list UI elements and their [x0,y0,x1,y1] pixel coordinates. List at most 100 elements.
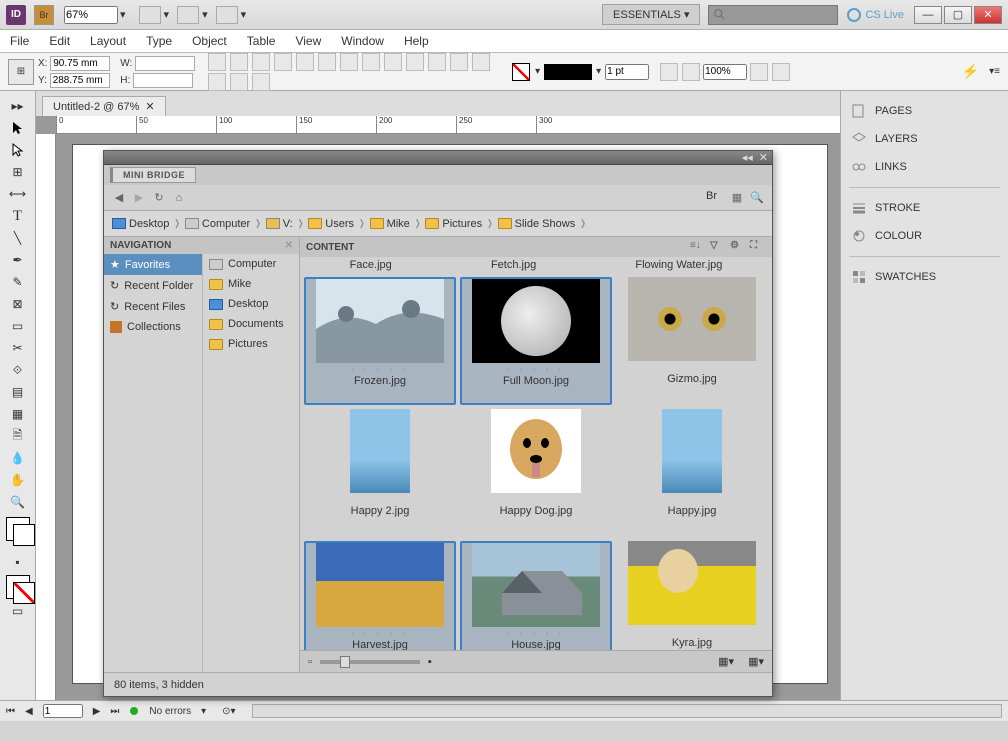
mini-bridge-tab[interactable]: MINI BRIDGE [110,167,196,183]
scissors-tool-icon[interactable]: ✂ [6,338,30,358]
opacity-field[interactable] [703,64,747,80]
folder-computer[interactable]: Computer [203,254,299,274]
folder-pictures[interactable]: Pictures [203,334,299,354]
menu-layout[interactable]: Layout [90,34,126,48]
prev-page-icon[interactable]: ◀ [25,706,33,717]
hand-tool-icon[interactable]: ✋ [6,470,30,490]
panel-colour[interactable]: COLOUR [841,222,1008,250]
view-as-thumbnails-icon[interactable]: ▦▾ [718,655,734,668]
thumbnail-happy[interactable]: Happy.jpg [616,409,768,537]
rectangle-tool-icon[interactable]: ▭ [6,316,30,336]
selection-tool-icon[interactable] [6,118,30,138]
zoom-tool-icon[interactable]: 🔍 [6,492,30,512]
folder-documents[interactable]: Documents [203,314,299,334]
rectangle-frame-tool-icon[interactable]: ⊠ [6,294,30,314]
thumbnail-happy2[interactable]: Happy 2.jpg [304,409,456,537]
first-page-icon[interactable]: ⏮ [6,706,15,717]
refresh-icon[interactable]: ↻ [152,191,166,205]
panel-collapse-icon[interactable]: ◂◂ [742,151,753,164]
thumbnail-gizmo[interactable]: Gizmo.jpg [616,277,768,405]
menu-file[interactable]: File [10,34,29,48]
view-layout-icon[interactable]: ▦▾ [748,655,764,668]
close-button[interactable]: ✕ [974,6,1002,24]
panel-stroke[interactable]: STROKE [841,194,1008,222]
folder-mike[interactable]: Mike [203,274,299,294]
thumb-label[interactable]: Flowing Water.jpg [635,259,722,271]
zoom-dropdown-icon[interactable]: ▾ [120,8,126,21]
bridge-icon[interactable]: Br [34,5,54,25]
zoom-field[interactable] [64,6,118,24]
folder-desktop[interactable]: Desktop [203,294,299,314]
x-field[interactable] [50,56,110,71]
thumb-larger-icon[interactable]: ▪ [428,656,432,668]
note-tool-icon[interactable]: 🗎 [6,426,30,446]
scale-icon[interactable] [428,53,446,71]
horizontal-scrollbar[interactable] [252,704,1002,718]
flip-h-icon[interactable] [230,53,248,71]
menu-window[interactable]: Window [341,34,384,48]
thumbnail-frozen[interactable]: · · · · ·Frozen.jpg [304,277,456,405]
menu-type[interactable]: Type [146,34,172,48]
align-icon[interactable] [274,53,292,71]
apply-color-icon[interactable]: ▪ [6,552,30,572]
rotate2-icon[interactable] [472,53,490,71]
crumb-mike[interactable]: Mike [370,218,410,230]
thumbnail-house[interactable]: · · · · ·House.jpg [460,541,612,650]
thumb-label[interactable]: Fetch.jpg [491,259,536,271]
nav-collections[interactable]: Collections [104,317,202,337]
menu-help[interactable]: Help [404,34,429,48]
crumb-drive[interactable]: V: [266,218,293,230]
thumbnail-harvest[interactable]: · · · · ·Harvest.jpg [304,541,456,650]
menu-view[interactable]: View [295,34,321,48]
mini-bridge-titlebar[interactable]: ◂◂ ✕ [104,151,772,165]
corner-icon[interactable] [340,53,358,71]
dropshad-icon[interactable] [682,63,700,81]
extra-icon[interactable] [772,63,790,81]
gradient-tool-icon[interactable]: ▤ [6,382,30,402]
center-content-icon[interactable] [252,73,270,91]
panel-links[interactable]: LINKS [841,153,1008,181]
fit-frame-icon[interactable] [230,73,248,91]
quick-apply-icon[interactable]: ⚡ [962,63,979,80]
forward-icon[interactable]: ▶ [132,191,146,205]
crumb-pictures[interactable]: Pictures [425,218,482,230]
fit-content-icon[interactable] [208,73,226,91]
flip-v-icon[interactable] [252,53,270,71]
search-icon[interactable]: 🔍 [750,191,764,205]
page-field[interactable] [43,704,83,718]
crumb-slideshows[interactable]: Slide Shows [498,218,576,230]
nav-recent-files[interactable]: ↻Recent Files [104,296,202,317]
tab-close-icon[interactable]: ✕ [145,100,154,113]
opacity-icon[interactable] [384,53,402,71]
panel-close-icon[interactable]: ✕ [759,151,768,164]
fill-stroke-swatch[interactable] [6,517,30,541]
line-tool-icon[interactable]: ╲ [6,228,30,248]
style-icon[interactable] [750,63,768,81]
thumbnail-happydog[interactable]: Happy Dog.jpg [460,409,612,537]
arrange-icon[interactable] [216,6,238,24]
home-icon[interactable]: ⌂ [172,191,186,205]
search-field[interactable] [708,5,838,25]
view-options-icon[interactable] [139,6,161,24]
thumb-smaller-icon[interactable]: ▫ [308,656,312,668]
crumb-computer[interactable]: Computer [185,218,250,230]
nav-close-icon[interactable]: ✕ [285,240,293,251]
goto-bridge-icon[interactable]: Br [706,190,724,206]
y-field[interactable] [50,73,110,88]
menu-object[interactable]: Object [192,34,227,48]
effects-icon[interactable] [362,53,380,71]
eyedropper-tool-icon[interactable]: 💧 [6,448,30,468]
next-page-icon[interactable]: ▶ [93,706,101,717]
menu-edit[interactable]: Edit [49,34,70,48]
free-transform-tool-icon[interactable]: ⟐ [6,360,30,380]
screen-mode-icon[interactable] [177,6,199,24]
wrap-icon[interactable] [318,53,336,71]
type-tool-icon[interactable]: T [6,206,30,226]
document-tab[interactable]: Untitled-2 @ 67%✕ [42,96,166,116]
filter-icon[interactable]: ▽ [710,240,726,254]
default-fill-stroke-icon[interactable] [6,575,30,599]
nav-recent-folder[interactable]: ↻Recent Folder [104,275,202,296]
workspace-switcher[interactable]: ESSENTIALS ▾ [602,4,700,25]
maximize-button[interactable]: ▢ [944,6,972,24]
pen-tool-icon[interactable]: ✒ [6,250,30,270]
